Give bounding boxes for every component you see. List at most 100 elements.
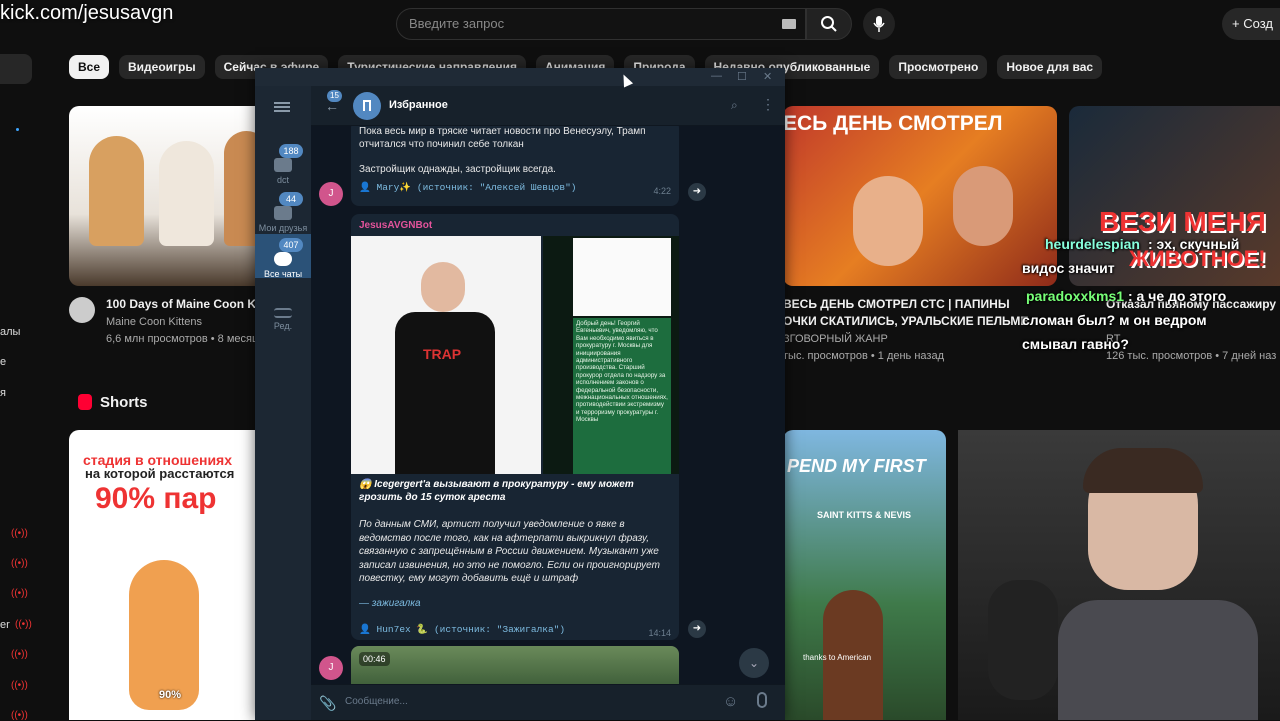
source-line: 👤 Hun7ex 🐍 (источник: "Зажигалка") <box>359 624 566 635</box>
kitten-shape <box>159 141 214 246</box>
video-title-line2[interactable]: ОЧКИ СКАТИЛИСЬ, УРАЛЬСКИЕ ПЕЛЬМЕ <box>783 314 1028 328</box>
channel-name[interactable]: ЗГОВОРНЫЙ ЖАНР <box>783 333 888 345</box>
folder-all-chats[interactable]: 407 Все чаты <box>255 234 311 279</box>
folder-dct[interactable]: 188 dct <box>255 144 311 185</box>
sender-name[interactable]: JesusAVGNBot <box>359 220 432 231</box>
live-icon: ((•)) <box>11 680 28 691</box>
message-bubble[interactable]: JesusAVGNBot TRAP Добрый день! Георгий Е… <box>351 214 679 640</box>
short-text: 90% пар <box>95 482 217 515</box>
short-text: PEND MY FIRST <box>787 456 926 476</box>
chip-new-for-you[interactable]: Новое для вас <box>997 55 1103 79</box>
channel-name[interactable]: Maine Coon Kittens <box>106 316 202 328</box>
forward-icon[interactable]: ➜ <box>688 620 706 638</box>
search-icon <box>821 16 837 32</box>
overlay-chat-text: сломан был? м он ведром <box>1022 312 1207 328</box>
chat-header: ← 15 Избранное ⌕ ⋮ <box>311 86 785 126</box>
chats-icon <box>274 252 292 266</box>
webcam-feed <box>958 430 1280 720</box>
thumbnail-text: ВЕЗИ МЕНЯ <box>1099 206 1266 237</box>
video-message[interactable]: 00:46 <box>351 646 679 684</box>
short-thumbnail[interactable]: PEND MY FIRST SAINT KITTS & NEVIS thanks… <box>783 430 946 720</box>
attach-icon[interactable]: 📎 <box>319 695 336 712</box>
chip-all[interactable]: Все <box>69 55 110 79</box>
emoji-icon[interactable]: ☺ <box>723 693 738 710</box>
kitten-shape <box>89 136 144 246</box>
keyboard-icon[interactable] <box>782 19 796 29</box>
overlay-chat-text: смывал гавно? <box>1022 336 1129 352</box>
search-icon[interactable]: ⌕ <box>731 98 738 113</box>
document-text: Добрый день! Георгий Евгеньевич, уведомл… <box>573 318 671 474</box>
mic-icon <box>873 16 885 32</box>
maximize-icon[interactable]: ☐ <box>737 70 747 83</box>
forward-icon[interactable]: ➜ <box>688 183 706 201</box>
message-text: Пока весь мир в тряске читает новости пр… <box>359 126 646 137</box>
short-thumbnail[interactable]: стадия в отношениях на которой расстаютс… <box>69 430 269 720</box>
create-label: Созд <box>1243 16 1273 31</box>
title-bar: — ☐ ✕ <box>255 68 785 86</box>
message-text: отчитался что починил себе толкан <box>359 139 524 150</box>
folder-icon <box>274 206 292 220</box>
channel-avatar[interactable] <box>69 297 95 323</box>
shirt-text: TRAP <box>423 346 462 362</box>
back-badge: 15 <box>327 90 342 102</box>
photo-document[interactable]: Добрый день! Георгий Евгеньевич, уведомл… <box>543 236 679 474</box>
live-icon: ((•)) <box>11 588 28 599</box>
overlay-chat-text: : эх, скучный <box>1148 236 1240 252</box>
sidebar-item-label[interactable]: е <box>0 356 6 368</box>
menu-icon[interactable] <box>274 102 290 112</box>
chat-title[interactable]: Избранное <box>389 99 448 111</box>
folder-label: Мои друзья <box>258 223 308 233</box>
folder-friends[interactable]: 44 Мои друзья <box>255 192 311 233</box>
sidebar-item-label[interactable]: я <box>0 387 6 399</box>
sender-avatar[interactable]: J <box>319 656 343 680</box>
video-title[interactable]: ВЕСЬ ДЕНЬ СМОТРЕЛ СТС | ПАПИНЫ <box>783 297 1010 311</box>
minimize-icon[interactable]: — <box>711 70 722 82</box>
short-caption: thanks to American <box>803 653 872 662</box>
unread-badge: 407 <box>279 238 303 252</box>
voice-search-button[interactable] <box>863 8 895 40</box>
telegram-window: — ☐ ✕ 188 dct 44 Мои друзья 407 Все чаты… <box>255 68 785 720</box>
folder-edit[interactable]: Ред. <box>255 308 311 331</box>
shorts-icon <box>78 394 92 410</box>
more-icon[interactable]: ⋮ <box>761 96 775 113</box>
create-button[interactable]: + Созд <box>1222 8 1280 40</box>
folders-sidebar: 188 dct 44 Мои друзья 407 Все чаты Ред. <box>255 86 311 720</box>
face-shape <box>953 166 1013 246</box>
live-icon: ((•)) <box>11 649 28 660</box>
face-shape <box>853 176 923 266</box>
hair-shape <box>1083 448 1203 493</box>
mic-icon[interactable] <box>757 692 767 708</box>
video-meta: 126 тыс. просмотров • 7 дней наз <box>1106 350 1277 362</box>
saved-messages-avatar[interactable] <box>353 92 381 120</box>
sidebar-item-label[interactable]: алы <box>0 326 20 338</box>
cat-shape <box>129 560 199 710</box>
shorts-heading: Shorts <box>100 394 148 411</box>
short-text: SAINT KITTS & NEVIS <box>817 510 912 520</box>
message-input[interactable]: Сообщение... <box>345 696 705 707</box>
thumbnail-text: ЕСЬ ДЕНЬ СМОТРЕЛ <box>783 112 1003 135</box>
overlay-chat-user: paradoxxkms1 <box>1026 288 1125 304</box>
chip-watched[interactable]: Просмотрено <box>889 55 988 79</box>
message-bubble[interactable]: Пока весь мир в тряске читает новости пр… <box>351 126 679 206</box>
sidebar-item-label[interactable]: er <box>0 619 10 631</box>
photo-portrait[interactable]: TRAP <box>351 236 541 474</box>
microphone-shape <box>988 580 1058 700</box>
live-icon: ((•)) <box>11 528 28 539</box>
video-meta: 6,6 млн просмотров • 8 месяц <box>106 333 259 345</box>
close-icon[interactable]: ✕ <box>763 70 772 83</box>
search-button[interactable] <box>806 8 852 40</box>
message-time: 14:14 <box>648 628 671 638</box>
scroll-down-button[interactable]: ⌄ <box>739 648 769 678</box>
chip-videogames[interactable]: Видеоигры <box>119 55 205 79</box>
sender-avatar[interactable]: J <box>319 182 343 206</box>
folder-label: Ред. <box>273 321 293 331</box>
video-thumbnail[interactable]: ВЕЗИ МЕНЯ ЖИВОТНОЕ! <box>1069 106 1280 286</box>
video-thumbnail[interactable] <box>69 106 269 286</box>
message-composer: 📎 Сообщение... ☺ <box>311 684 785 720</box>
message-signature[interactable]: — зажигалка <box>359 598 421 609</box>
video-thumbnail[interactable]: ЕСЬ ДЕНЬ СМОТРЕЛ <box>783 106 1057 286</box>
folder-label: Все чаты <box>263 269 303 279</box>
video-title[interactable]: 100 Days of Maine Coon Ki <box>106 297 259 311</box>
search-input[interactable]: Введите запрос <box>396 8 806 40</box>
sidebar-selected-item[interactable] <box>0 54 32 84</box>
